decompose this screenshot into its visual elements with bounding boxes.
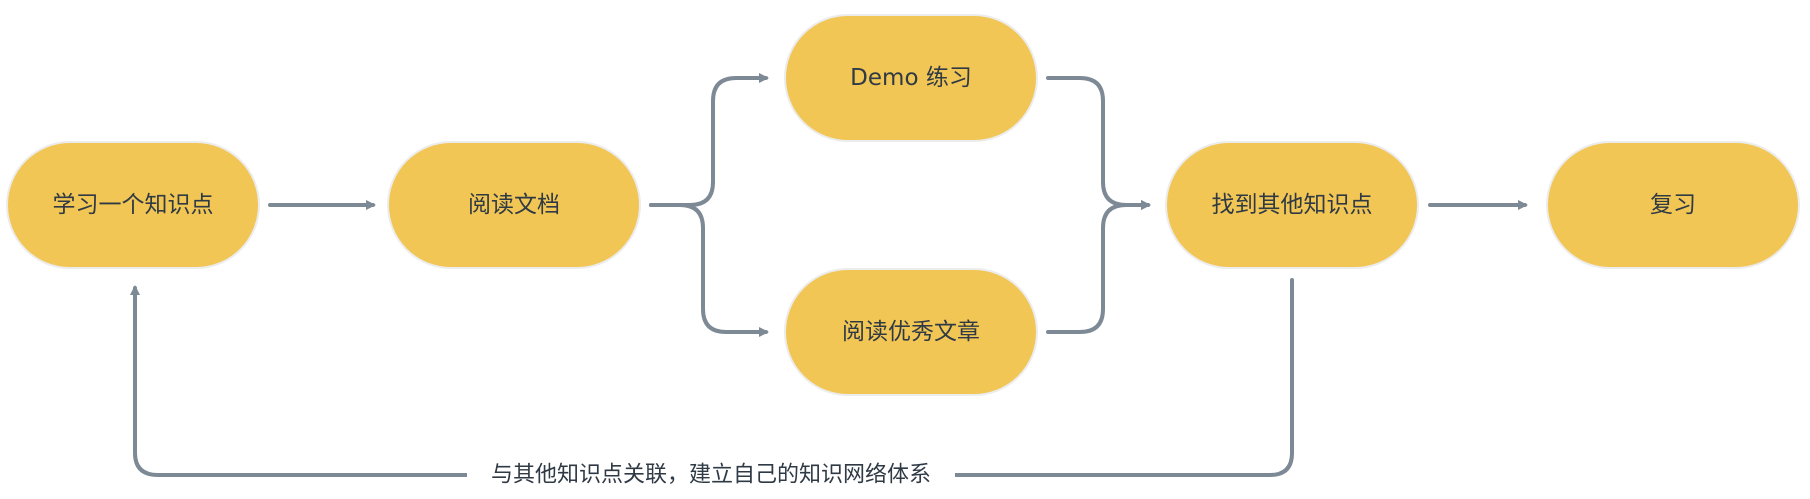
node-read-articles: 阅读优秀文章 [784,268,1038,396]
feedback-edge-label: 与其他知识点关联，建立自己的知识网络体系 [467,459,955,491]
arrow-read-docs-to-read-articles [649,203,769,337]
node-read-articles-label: 阅读优秀文章 [842,319,980,345]
flow-diagram: 与其他知识点关联，建立自己的知识网络体系 学习一个知识点 阅读文档 Demo 练… [6,14,1800,491]
node-demo-label: Demo 练习 [850,65,972,91]
feedback-label: 与其他知识点关联，建立自己的知识网络体系 [491,463,931,488]
node-learn: 学习一个知识点 [6,141,260,269]
arrow-find-others-feedback-to-learn [130,278,1294,477]
node-demo: Demo 练习 [784,14,1038,142]
arrow-read-docs-to-demo [649,73,769,207]
node-learn-label: 学习一个知识点 [53,192,214,218]
node-find-others-label: 找到其他知识点 [1212,192,1373,218]
node-find-others: 找到其他知识点 [1165,141,1419,269]
arrow-read-articles-to-find-others [1046,200,1151,334]
node-read-docs: 阅读文档 [387,141,641,269]
node-review: 复习 [1546,141,1800,269]
node-read-docs-label: 阅读文档 [468,192,560,218]
node-review-label: 复习 [1650,192,1696,218]
arrow-demo-to-find-others [1046,76,1151,210]
